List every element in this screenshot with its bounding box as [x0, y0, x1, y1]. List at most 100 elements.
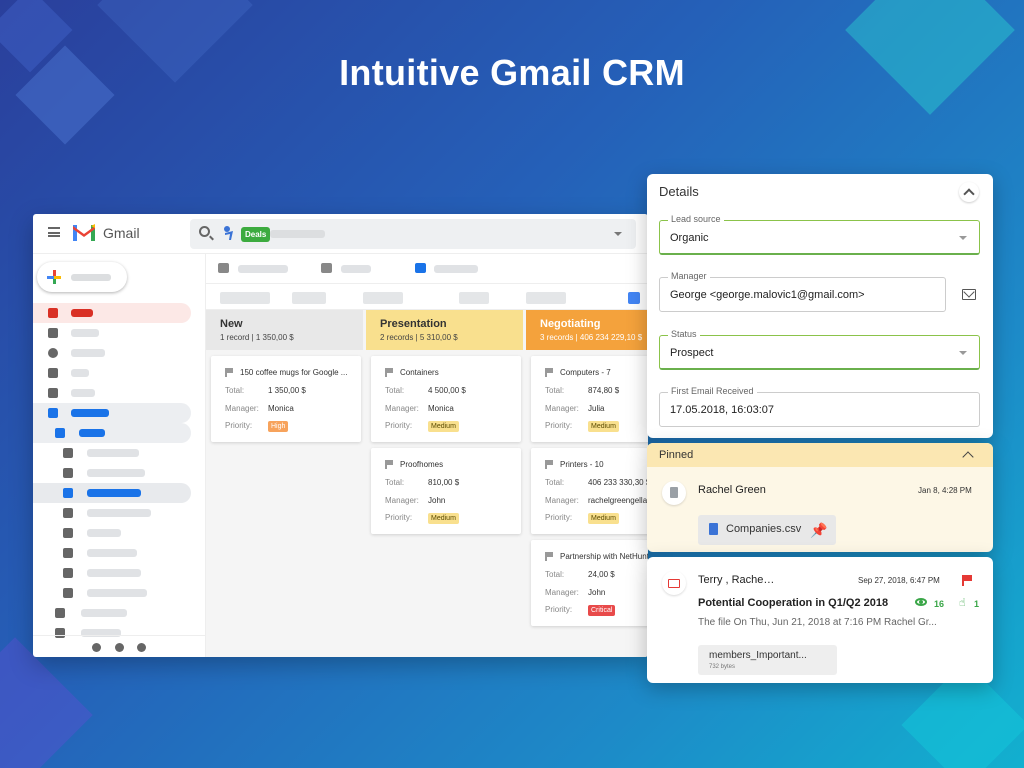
manager-field[interactable]: Manager George <george.malovic1@gmail.co… — [659, 271, 946, 312]
file-chip[interactable]: Companies.csv 📌 — [698, 515, 836, 545]
sidebar-item-deals-board[interactable] — [33, 483, 191, 503]
phone-icon[interactable] — [137, 643, 146, 652]
pinned-author: Rachel Green — [698, 484, 766, 496]
priority-badge: Medium — [588, 421, 619, 432]
sidebar-item-view-7[interactable] — [33, 563, 191, 583]
briefcase-icon[interactable] — [218, 263, 229, 273]
compose-plus-icon — [47, 270, 61, 284]
sidebar-item-folder-2[interactable] — [33, 603, 191, 623]
search-icon[interactable] — [199, 226, 210, 237]
email-from: Terry , Rache… — [698, 574, 775, 586]
folder-icon[interactable] — [321, 263, 332, 273]
email-time: Sep 27, 2018, 6:47 PM — [858, 576, 940, 585]
sidebar-item-view-2[interactable] — [33, 463, 191, 483]
deal-total: 874,80 $ — [588, 386, 620, 395]
click-count: 1 — [974, 599, 980, 609]
board-icon — [63, 508, 73, 518]
board-icon — [63, 488, 73, 498]
email-subject[interactable]: Potential Cooperation in Q1/Q2 2018 — [698, 597, 888, 609]
column-title: New — [220, 318, 243, 330]
file-name: Companies.csv — [726, 523, 802, 535]
sidebar-item-drafts[interactable] — [33, 383, 191, 403]
deals-badge[interactable]: Deals — [241, 227, 271, 242]
sidebar-item-nethunt[interactable] — [33, 403, 191, 423]
mail-icon — [668, 579, 680, 588]
gmail-sidebar — [33, 254, 205, 657]
file-icon — [709, 523, 718, 535]
column-summary: 2 records | 5 310,00 $ — [380, 333, 458, 342]
email-avatar — [662, 571, 686, 595]
search-bar[interactable]: Deals — [190, 219, 636, 249]
nethunt-icon — [224, 226, 233, 240]
board-icon[interactable] — [415, 263, 426, 273]
deal-manager: John — [428, 496, 446, 505]
deal-card[interactable]: 150 coffee mugs for Google ... Total: 1 3… — [211, 356, 361, 442]
pinned-time: Jan 8, 4:28 PM — [918, 486, 972, 495]
flag-icon — [545, 552, 553, 561]
email-panel: Terry , Rache… Sep 27, 2018, 6:47 PM Pot… — [647, 557, 993, 683]
sidebar-item-sent[interactable] — [33, 363, 191, 383]
deal-title: Proofhomes — [400, 460, 444, 469]
eye-icon — [915, 598, 927, 606]
gmail-logo-icon — [73, 224, 95, 241]
sidebar-item-view-6[interactable] — [33, 543, 191, 563]
gmail-top-bar: Gmail Deals — [33, 214, 648, 254]
deal-title: 150 coffee mugs for Google ... — [240, 368, 348, 377]
attachment-size: 732 bytes — [709, 664, 736, 670]
sidebar-item-view-5[interactable] — [33, 523, 191, 543]
mail-icon[interactable] — [962, 289, 976, 300]
attachment-name: members_Important... — [709, 650, 807, 661]
sidebar-item-view-8[interactable] — [33, 583, 191, 603]
list-icon — [63, 448, 73, 458]
deal-card[interactable]: Partnership with NetHunt (6... Total:24,… — [531, 540, 648, 626]
deal-card[interactable]: Containers Total: 4 500,00 $ Manager: Moni… — [371, 356, 521, 442]
hangouts-icon[interactable] — [115, 643, 124, 652]
first-email-field[interactable]: First Email Received 17.05.2018, 16:03:0… — [659, 386, 980, 427]
pin-icon[interactable]: 📌 — [810, 522, 827, 539]
deal-title: Containers — [400, 368, 439, 377]
pinned-panel: Pinned Rachel Green Jan 8, 4:28 PM Compa… — [647, 443, 993, 552]
flag-icon — [225, 368, 233, 377]
compose-button[interactable] — [37, 262, 127, 292]
sidebar-item-view-4[interactable] — [33, 503, 191, 523]
status-select[interactable]: Status Prospect — [659, 329, 980, 370]
clock-icon — [48, 348, 58, 358]
view-count: 16 — [934, 599, 945, 609]
deal-total: 4 500,00 $ — [428, 386, 466, 395]
chevron-up-icon[interactable] — [962, 451, 974, 463]
calendar-icon[interactable] — [628, 292, 640, 304]
sidebar-footer — [33, 635, 205, 657]
sidebar-item-snoozed[interactable] — [33, 343, 191, 363]
collapse-icon[interactable] — [959, 182, 979, 202]
send-icon — [48, 368, 58, 378]
flag-icon[interactable] — [962, 575, 972, 586]
click-icon: ☝ — [959, 597, 966, 609]
deal-card[interactable]: Proofhomes Total: 810,00 $ Manager: John P… — [371, 448, 521, 534]
deal-card[interactable]: Computers - 7 Total: 874,80 $ Manager: Jul… — [531, 356, 648, 442]
search-placeholder — [270, 230, 325, 238]
lead-source-select[interactable]: Lead source Organic — [659, 214, 980, 255]
star-icon — [48, 328, 58, 338]
contacts-icon[interactable] — [92, 643, 101, 652]
attachment-chip[interactable]: members_Important... 732 bytes — [698, 645, 837, 675]
deal-manager: rachelgreengella — [588, 496, 648, 505]
gmail-app-name: Gmail — [103, 225, 140, 241]
board-icon — [63, 568, 73, 578]
sidebar-item-folder[interactable] — [33, 423, 191, 443]
flag-icon — [545, 368, 553, 377]
priority-badge: Medium — [428, 421, 459, 432]
deal-card[interactable]: Printers - 10 Total: 406 233 330,30 $ Man… — [531, 448, 648, 534]
sidebar-item-starred[interactable] — [33, 323, 191, 343]
sidebar-item-view-1[interactable] — [33, 443, 191, 463]
pinned-header[interactable]: Pinned — [647, 443, 993, 467]
pinned-title: Pinned — [659, 449, 694, 461]
note-avatar — [662, 481, 686, 505]
sidebar-item-inbox[interactable] — [33, 303, 191, 323]
details-panel: Details Lead source Organic Manager Geor… — [647, 174, 993, 438]
document-icon — [670, 487, 678, 498]
search-options-icon[interactable] — [614, 232, 622, 236]
column-header: New 1 record | 1 350,00 $ — [206, 310, 363, 350]
column-header: Presentation 2 records | 5 310,00 $ — [366, 310, 523, 350]
board-icon — [63, 468, 73, 478]
menu-icon[interactable] — [48, 227, 60, 237]
